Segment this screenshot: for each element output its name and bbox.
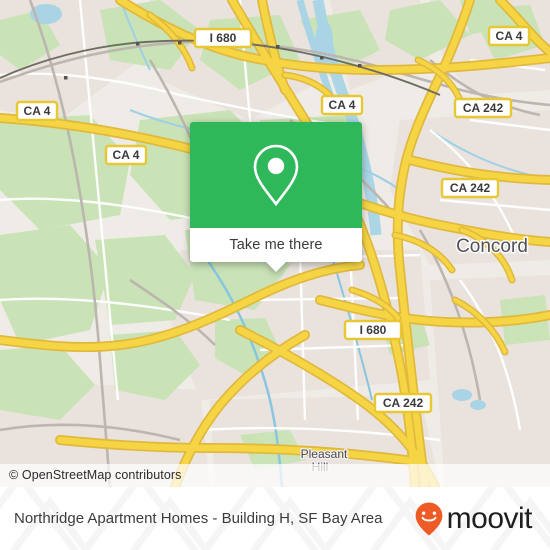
- road-shield-ca-4: CA 4: [15, 100, 59, 122]
- svg-text:CA 4: CA 4: [24, 104, 51, 118]
- svg-text:CA 4: CA 4: [113, 148, 140, 162]
- footer-bar: Northridge Apartment Homes - Building H,…: [0, 487, 550, 550]
- road-shield-ca-242: CA 242: [440, 177, 500, 199]
- map-canvas[interactable]: Concord Pleasant Hill I 680CA 4CA 242CA …: [0, 0, 550, 487]
- svg-text:CA 4: CA 4: [496, 29, 523, 43]
- road-shield-i-680: I 680: [193, 27, 253, 49]
- svg-text:CA 242: CA 242: [450, 181, 491, 195]
- svg-text:Pleasant: Pleasant: [301, 447, 348, 461]
- moovit-logo[interactable]: moovit: [414, 501, 540, 537]
- svg-text:CA 242: CA 242: [463, 101, 504, 115]
- road-shield-ca-4: CA 4: [104, 144, 148, 166]
- road-shield-i-680: I 680: [343, 319, 403, 341]
- moovit-wordmark: moovit: [446, 501, 533, 535]
- svg-text:I 680: I 680: [360, 323, 387, 337]
- road-shield-ca-242: CA 242: [373, 392, 433, 414]
- popup-image-placeholder: [190, 122, 362, 228]
- svg-text:Concord: Concord: [456, 236, 528, 257]
- svg-text:CA 4: CA 4: [329, 98, 356, 112]
- take-me-there-label: Take me there: [229, 237, 323, 253]
- footer-content: Northridge Apartment Homes - Building H,…: [0, 487, 550, 550]
- moovit-smiley-pin-icon: [415, 502, 443, 536]
- take-me-there-button[interactable]: Take me there: [190, 228, 362, 272]
- map-screenshot-root: Concord Pleasant Hill I 680CA 4CA 242CA …: [0, 0, 550, 550]
- road-shield-ca-4: CA 4: [320, 94, 364, 116]
- road-shield-ca-4: CA 4: [487, 25, 531, 47]
- location-title: Northridge Apartment Homes - Building H,…: [14, 510, 383, 527]
- road-shield-ca-242: CA 242: [453, 97, 513, 119]
- location-popup-card[interactable]: Take me there: [190, 122, 362, 272]
- svg-text:CA 242: CA 242: [383, 396, 424, 410]
- osm-attribution[interactable]: © OpenStreetMap contributors: [0, 464, 550, 487]
- map-pin-icon: [253, 144, 299, 207]
- popup-tail-pointer: [265, 261, 287, 272]
- svg-text:I 680: I 680: [210, 31, 237, 45]
